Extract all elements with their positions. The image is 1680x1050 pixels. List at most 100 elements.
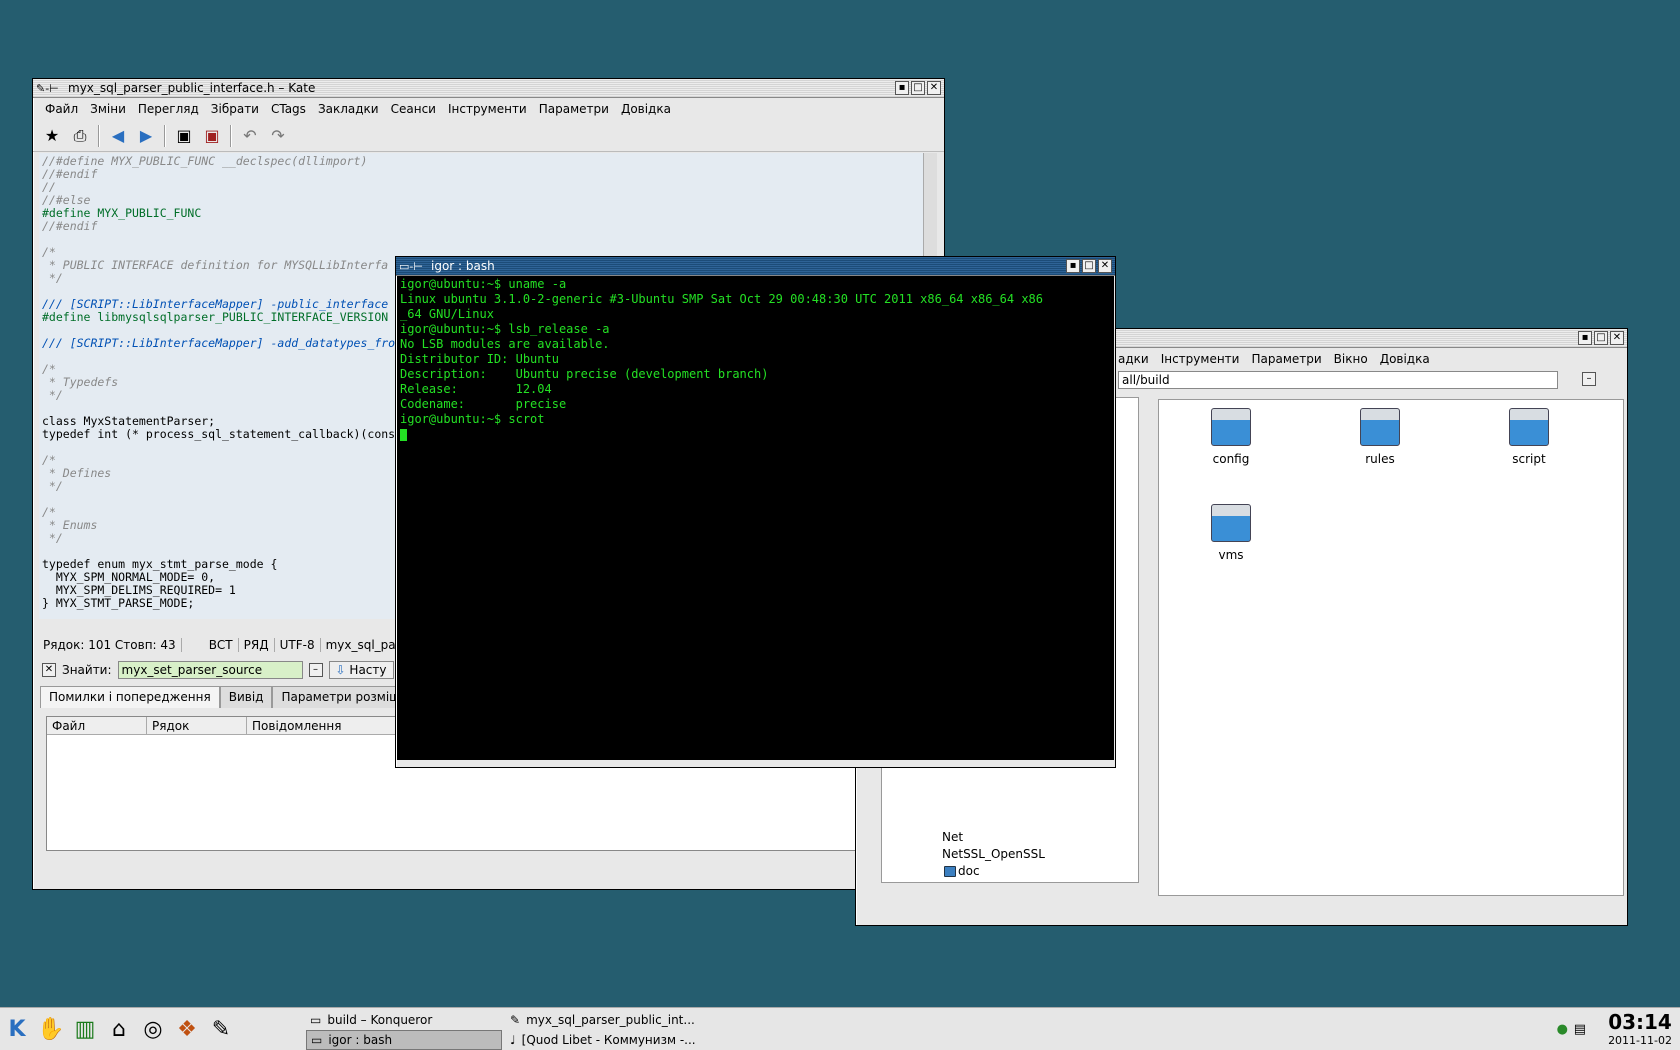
tree-item[interactable]: Net [942,830,963,844]
kate-menubar: Файл Зміни Перегляд Зібрати CTags Заклад… [33,98,944,120]
menu-bookmarks[interactable]: Закладки [312,102,385,116]
column-line[interactable]: Рядок [147,717,247,734]
terminal-line: No LSB modules are available. [400,337,610,351]
find-next-label: Насту [349,663,387,677]
terminal-line: Release: 12.04 [400,382,552,396]
clock-date: 2011-11-02 [1608,1034,1672,1047]
encoding[interactable]: UTF-8 [275,638,321,652]
undo-icon[interactable]: ↶ [237,123,263,149]
tab-errors[interactable]: Помилки і попередження [40,686,220,708]
terminal-titlebar[interactable]: ▭-⊢ igor : bash ▪ □ ✕ [396,257,1115,276]
close-button[interactable]: ✕ [927,81,941,95]
task-label: igor : bash [328,1033,393,1047]
task-label: myx_sql_parser_public_int... [526,1013,695,1027]
kate-titlebar[interactable]: ✎-⊢ myx_sql_parser_public_interface.h – … [33,79,944,98]
menu-help[interactable]: Довідка [1374,352,1436,366]
minimize-button[interactable]: ▪ [1578,331,1592,345]
menu-tools[interactable]: Інструменти [1155,352,1246,366]
menu-window[interactable]: Вікно [1328,352,1374,366]
maximize-button[interactable]: □ [1082,259,1096,273]
menu-view[interactable]: Перегляд [132,102,205,116]
save-icon[interactable]: ▣ [171,123,197,149]
task-kate[interactable]: ✎ myx_sql_parser_public_int... [506,1010,716,1030]
menu-bookmarks[interactable]: адки [1112,352,1155,366]
folder-icon [1211,408,1251,446]
clipboard-tray-icon[interactable]: ▤ [1574,1022,1586,1037]
menu-edit[interactable]: Зміни [84,102,132,116]
menu-settings[interactable]: Параметри [1245,352,1327,366]
terminal-line: Codename: precise [400,397,567,411]
terminal-window[interactable]: ▭-⊢ igor : bash ▪ □ ✕ igor@ubuntu:~$ una… [395,256,1116,768]
forward-icon[interactable]: ▶ [133,123,159,149]
find-input[interactable]: myx_set_parser_source [117,661,303,679]
cursor-position: Рядок: 101 Стовп: 43 [38,638,182,652]
tree-item[interactable]: doc [944,864,980,878]
show-desktop-icon[interactable]: ✋ [34,1012,68,1046]
back-icon[interactable]: ◀ [105,123,131,149]
save-all-icon[interactable]: ▣ [199,123,225,149]
column-file[interactable]: Файл [47,717,147,734]
terminal-line: _64 GNU/Linux [400,307,494,321]
toolbar-separator [164,124,166,147]
minimize-button[interactable]: ▪ [1066,259,1080,273]
home-folder-icon[interactable]: ⌂ [102,1012,136,1046]
menu-ctags[interactable]: CTags [265,102,312,116]
clear-location-icon[interactable]: – [1582,372,1596,386]
maximize-button[interactable]: □ [1594,331,1608,345]
find-options-icon[interactable]: – [308,663,323,677]
new-file-icon[interactable]: ★ [39,123,65,149]
find-next-button[interactable]: ⇩ Насту [328,661,394,679]
insert-mode[interactable]: ВСТ [204,638,239,652]
close-button[interactable]: ✕ [1610,331,1624,345]
folder-icon [944,865,956,877]
folder-item[interactable]: rules [1330,408,1430,466]
tree-item[interactable]: include [944,882,1001,883]
location-input[interactable]: all/build [1118,371,1558,389]
menu-build[interactable]: Зібрати [205,102,265,116]
task-konqueror[interactable]: ▭ build – Konqueror [306,1010,502,1030]
help-icon[interactable]: ❖ [170,1012,204,1046]
toolbar-separator [230,124,232,147]
close-button[interactable]: ✕ [1098,259,1112,273]
kate-launcher-icon[interactable]: ✎ [204,1012,238,1046]
code-line: //#endif [42,167,98,181]
folder-item[interactable]: vms [1181,504,1281,562]
folder-label: vms [1218,548,1244,562]
file-view[interactable]: config rules script vms [1158,399,1624,896]
task-terminal[interactable]: ▭ igor : bash [306,1030,502,1050]
menu-file[interactable]: Файл [39,102,84,116]
close-find-icon[interactable]: ✕ [42,663,56,677]
folder-label: script [1512,452,1546,466]
clock[interactable]: 03:14 2011-11-02 [1608,1010,1672,1047]
quodlibet-task-icon: ♩ [510,1033,516,1047]
tab-parameters[interactable]: Параметри розміщ [272,686,410,708]
terminal-line: igor@ubuntu:~$ lsb_release -a [400,322,610,336]
terminal-output[interactable]: igor@ubuntu:~$ uname -a Linux ubuntu 3.1… [397,276,1114,760]
konqueror-menubar: адки Інструменти Параметри Вікно Довідка [1112,348,1436,370]
folder-item[interactable]: script [1479,408,1579,466]
minimize-button[interactable]: ▪ [895,81,909,95]
system-monitor-icon[interactable]: ▥ [68,1012,102,1046]
taskbar: K ✋ ▥ ⌂ ◎ ❖ ✎ ▭ build – Konqueror ▭ igor… [0,1007,1680,1050]
tree-item[interactable]: NetSSL_OpenSSL [942,847,1045,861]
folder-item[interactable]: config [1181,408,1281,466]
maximize-button[interactable]: □ [911,81,925,95]
konqueror-icon[interactable]: ◎ [136,1012,170,1046]
menu-help[interactable]: Довідка [615,102,677,116]
task-quodlibet[interactable]: ♩ [Quod Libet - Коммунизм -... [506,1030,716,1050]
kate-task-icon: ✎ [510,1013,521,1027]
terminal-line: igor@ubuntu:~$ scrot [400,412,545,426]
menu-tools[interactable]: Інструменти [442,102,533,116]
tab-output[interactable]: Вивід [219,686,273,708]
line-mode[interactable]: РЯД [239,638,275,652]
redo-icon[interactable]: ↷ [265,123,291,149]
find-label: Знайти: [62,663,112,677]
kde-menu-icon[interactable]: K [0,1012,34,1046]
open-file-icon[interactable]: ⎙ [67,123,93,149]
menu-settings[interactable]: Параметри [533,102,615,116]
terminal-line: Linux ubuntu 3.1.0-2-generic #3-Ubuntu S… [400,292,1043,306]
network-tray-icon[interactable]: ● [1557,1022,1568,1037]
folder-label: rules [1365,452,1395,466]
menu-sessions[interactable]: Сеанси [385,102,442,116]
